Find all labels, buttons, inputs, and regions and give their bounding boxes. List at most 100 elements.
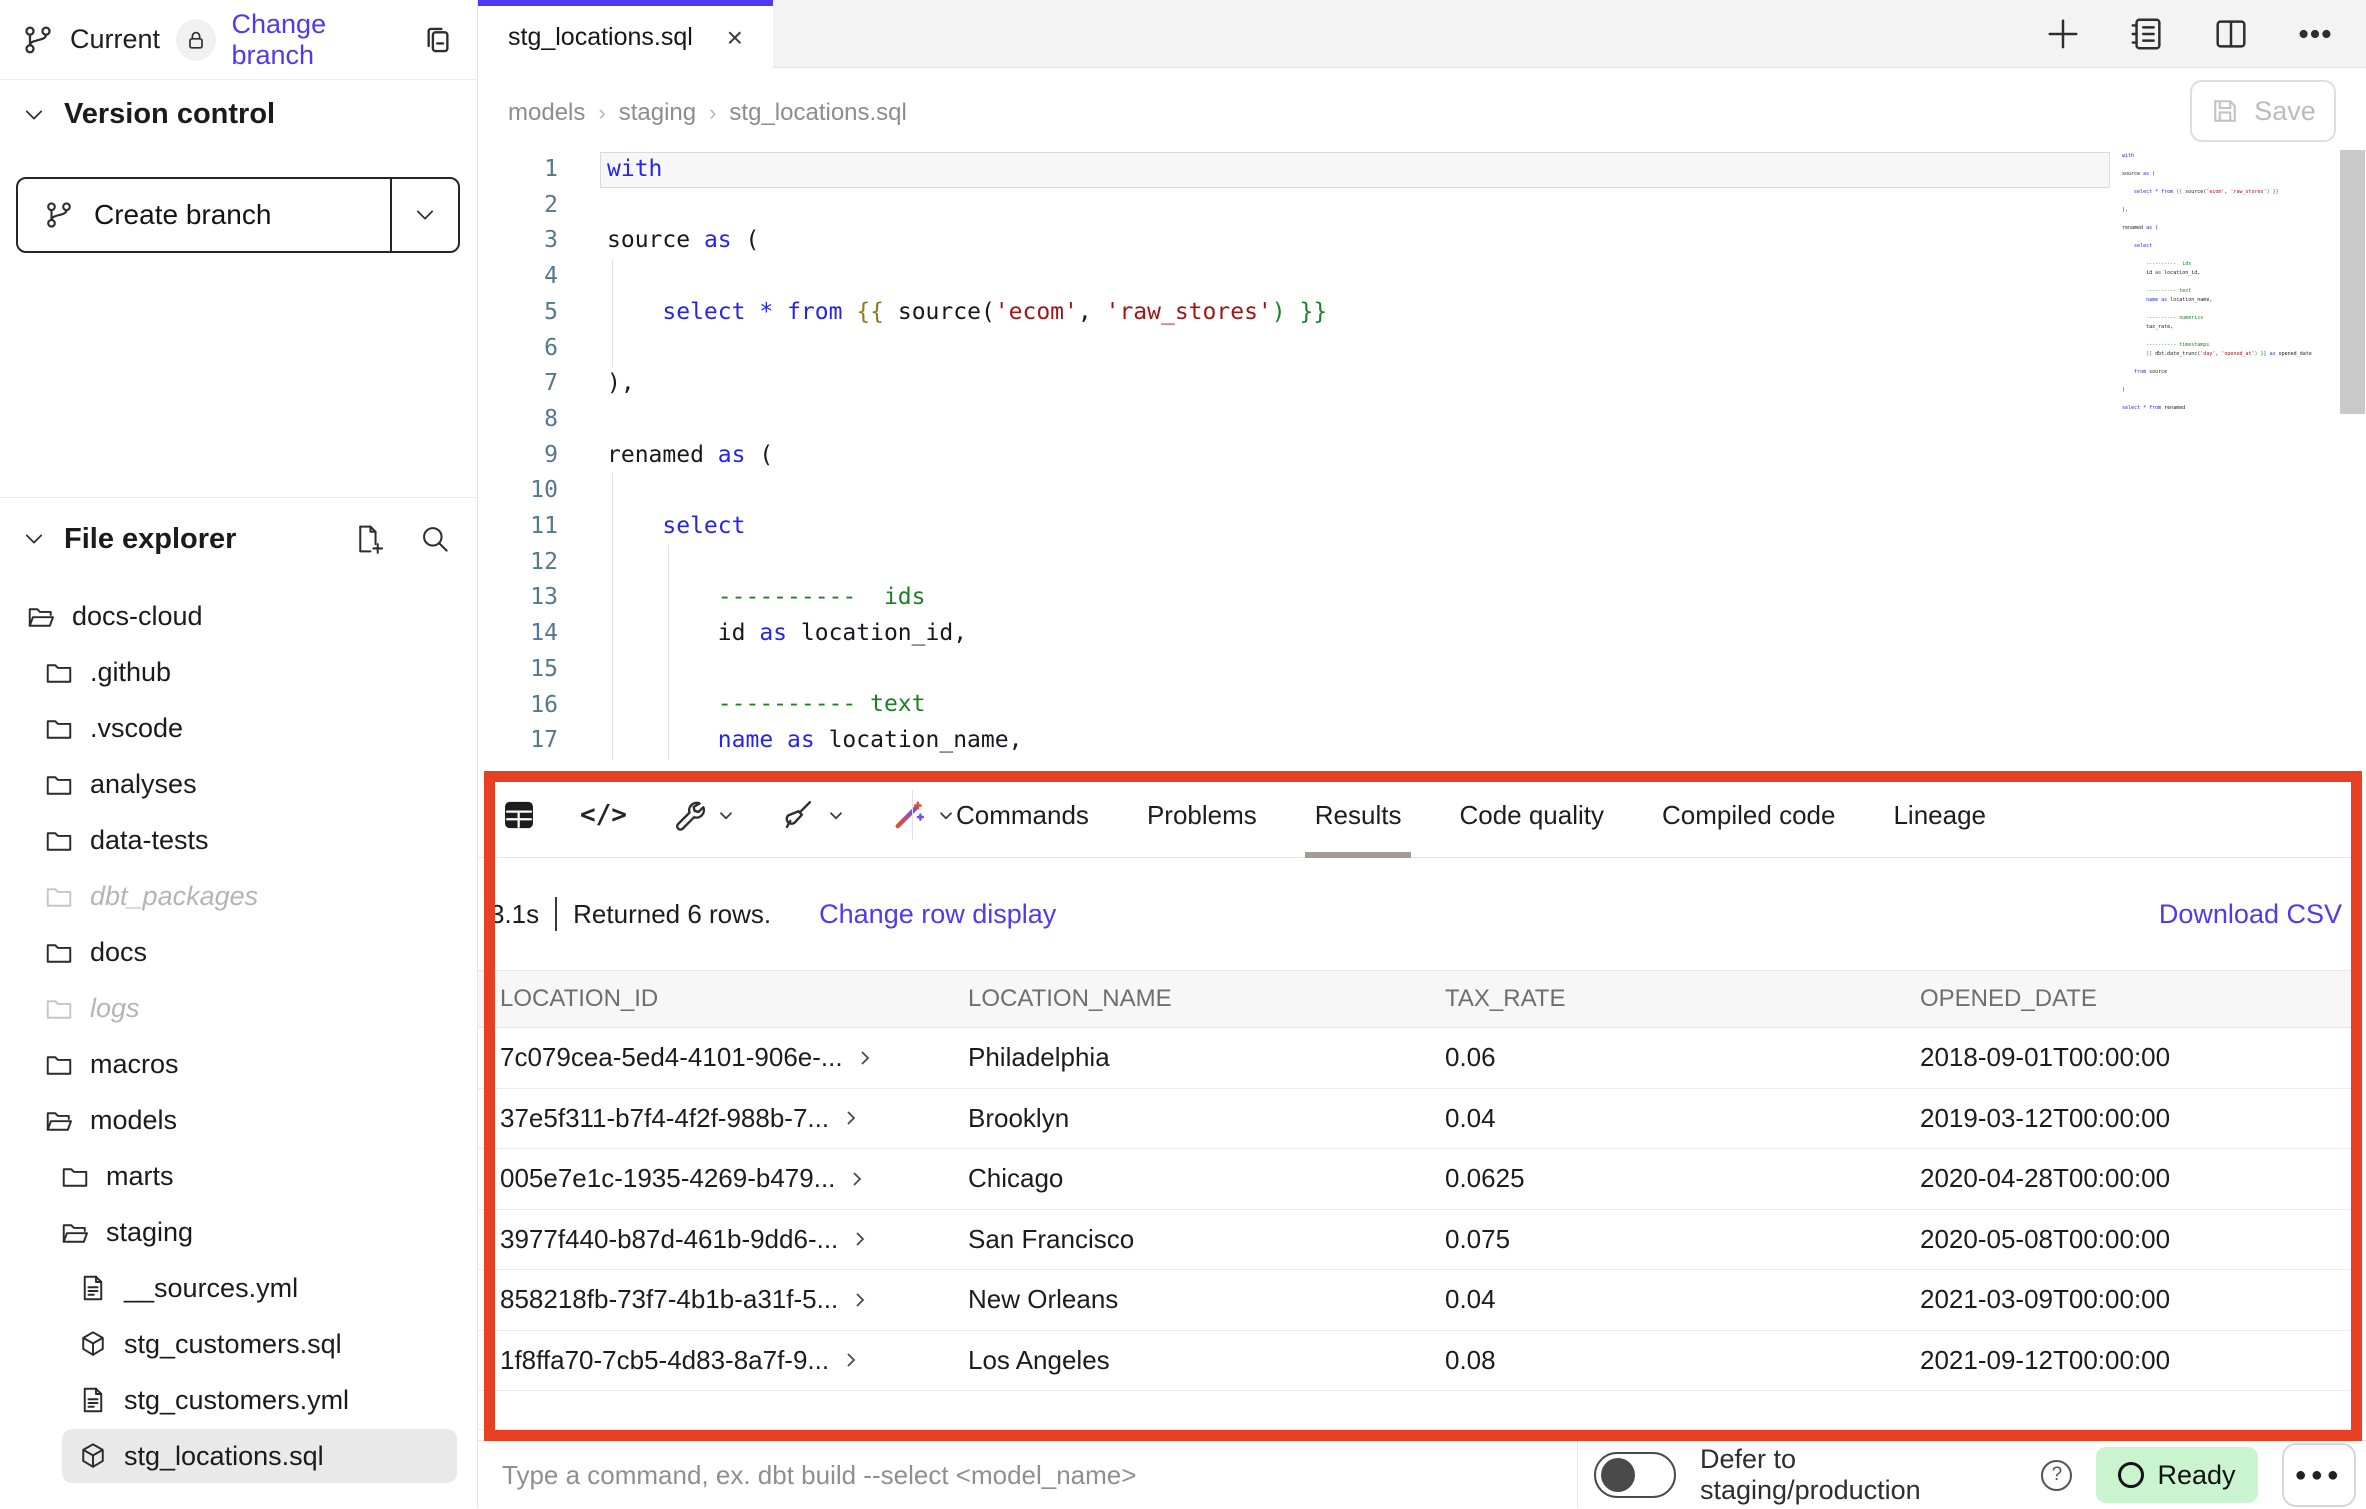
change-row-display-link[interactable]: Change row display <box>819 899 1056 930</box>
breadcrumb-staging[interactable]: staging <box>619 99 696 127</box>
results-tab-results[interactable]: Results <box>1315 772 1402 858</box>
table-empty-strip <box>478 1391 2362 1430</box>
minimap-line <box>2122 278 2334 287</box>
new-file-icon[interactable] <box>353 523 385 555</box>
tree-item-vscode[interactable]: .vscode <box>0 700 473 756</box>
breadcrumb-file[interactable]: stg_locations.sql <box>729 99 906 127</box>
help-icon[interactable]: ? <box>2041 1460 2072 1491</box>
create-branch-menu-button[interactable] <box>390 179 458 251</box>
tree-item-dbt-packages[interactable]: dbt_packages <box>0 868 473 924</box>
expand-row-icon[interactable] <box>850 1290 870 1310</box>
code-line[interactable] <box>600 188 2110 224</box>
expand-row-icon[interactable] <box>847 1169 867 1189</box>
tree-item-models[interactable]: models <box>0 1092 473 1148</box>
preview-table-button[interactable] <box>502 798 536 832</box>
ai-fix-button[interactable] <box>891 798 957 832</box>
new-tab-icon[interactable] <box>2044 15 2082 53</box>
line-number: 12 <box>486 545 558 581</box>
tree-item-sources-yml[interactable]: __sources.yml <box>0 1260 473 1316</box>
indent-guide <box>612 259 613 367</box>
tree-item-stg-customers-yml[interactable]: stg_customers.yml <box>0 1372 473 1428</box>
code-line[interactable] <box>600 652 2110 688</box>
code-line[interactable] <box>600 402 2110 438</box>
cell-tax-rate: 0.08 <box>1445 1345 1920 1376</box>
code-line[interactable]: ---------- ids <box>600 580 2110 616</box>
tree-item-marts[interactable]: marts <box>0 1148 473 1204</box>
command-input[interactable]: Type a command, ex. dbt build --select <… <box>502 1441 1136 1509</box>
code-line[interactable]: select * from {{ source('ecom', 'raw_sto… <box>600 295 2110 331</box>
tab-stg-locations[interactable]: stg_locations.sql × <box>478 0 773 69</box>
format-button[interactable] <box>781 798 847 832</box>
wrench-icon <box>671 798 705 832</box>
defer-toggle[interactable] <box>1594 1452 1676 1498</box>
line-number: 5 <box>486 295 558 331</box>
folder-icon <box>44 825 74 855</box>
tree-item-docs-cloud[interactable]: docs-cloud <box>0 588 473 644</box>
build-button[interactable] <box>671 798 737 832</box>
code-line[interactable] <box>600 259 2110 295</box>
folder-open-icon <box>26 601 56 631</box>
code-line[interactable]: id as location_id, <box>600 616 2110 652</box>
results-tab-commands[interactable]: Commands <box>956 772 1089 858</box>
folder-open-icon <box>44 1105 74 1135</box>
expand-row-icon[interactable] <box>841 1108 861 1128</box>
code-line[interactable]: source as ( <box>600 223 2110 259</box>
branch-lock-badge <box>176 19 215 61</box>
code-line[interactable]: name as location_name, <box>600 723 2110 759</box>
results-tab-lineage[interactable]: Lineage <box>1893 772 1986 858</box>
compile-code-button[interactable]: </> <box>580 800 627 830</box>
more-actions-button[interactable]: ●●● <box>2282 1443 2357 1507</box>
tree-item-analyses[interactable]: analyses <box>0 756 473 812</box>
model-icon <box>78 1329 108 1359</box>
tab-close-icon[interactable]: × <box>727 22 743 54</box>
tree-item-stg-customers-sql[interactable]: stg_customers.sql <box>0 1316 473 1372</box>
results-tab-problems[interactable]: Problems <box>1147 772 1257 858</box>
code-line[interactable]: ---------- text <box>600 687 2110 723</box>
more-options-icon[interactable] <box>2296 15 2334 53</box>
breadcrumb-models[interactable]: models <box>508 99 585 127</box>
table-row: 3977f440-b87d-461b-9dd6-...San Francisco… <box>478 1210 2362 1271</box>
change-branch-link[interactable]: Change branch <box>232 9 406 71</box>
table-row: 005e7e1c-1935-4269-b479...Chicago0.06252… <box>478 1149 2362 1210</box>
line-number: 11 <box>486 509 558 545</box>
code-line[interactable] <box>600 330 2110 366</box>
results-tab-compiled-code[interactable]: Compiled code <box>1662 772 1835 858</box>
editor-scrollbar-thumb[interactable] <box>2340 150 2365 414</box>
cell-tax-rate: 0.0625 <box>1445 1163 1920 1194</box>
code-editor[interactable]: with source as ( select * from {{ source… <box>600 152 2110 759</box>
code-line[interactable] <box>600 545 2110 581</box>
code-line[interactable]: with <box>600 152 2110 188</box>
tree-item-logs[interactable]: logs <box>0 980 473 1036</box>
notebook-icon[interactable] <box>2128 15 2166 53</box>
download-csv-link[interactable]: Download CSV <box>2159 899 2342 930</box>
file-explorer-header[interactable]: File explorer <box>22 512 451 566</box>
code-line[interactable] <box>600 473 2110 509</box>
expand-row-icon[interactable] <box>841 1350 861 1370</box>
editor-minimap[interactable]: with source as ( select * from {{ source… <box>2122 152 2334 413</box>
version-control-header[interactable]: Version control <box>22 98 275 131</box>
tree-item-stg-locations-sql[interactable]: stg_locations.sql <box>0 1428 473 1484</box>
tree-item-label: stg_locations.sql <box>124 1441 324 1472</box>
tree-item-staging[interactable]: staging <box>0 1204 473 1260</box>
tree-item-macros[interactable]: macros <box>0 1036 473 1092</box>
folder-icon <box>44 993 74 1023</box>
tree-item-data-tests[interactable]: data-tests <box>0 812 473 868</box>
copy-icon[interactable] <box>421 23 455 57</box>
tree-item-docs[interactable]: docs <box>0 924 473 980</box>
defer-label: Defer to staging/production <box>1700 1444 2017 1506</box>
create-branch-button[interactable]: Create branch <box>16 177 460 253</box>
save-button[interactable]: Save <box>2190 80 2336 142</box>
code-line[interactable]: ), <box>600 366 2110 402</box>
split-editor-icon[interactable] <box>2212 15 2250 53</box>
cell-location-name: San Francisco <box>968 1224 1445 1255</box>
expand-row-icon[interactable] <box>855 1048 875 1068</box>
search-icon[interactable] <box>419 523 451 555</box>
query-elapsed: 3.1s <box>490 899 539 930</box>
expand-row-icon[interactable] <box>850 1229 870 1249</box>
results-tab-code-quality[interactable]: Code quality <box>1459 772 1604 858</box>
command-bar: Type a command, ex. dbt build --select <… <box>478 1440 2366 1508</box>
indent-guide <box>612 473 613 760</box>
tree-item-github[interactable]: .github <box>0 644 473 700</box>
code-line[interactable]: renamed as ( <box>600 438 2110 474</box>
code-line[interactable]: select <box>600 509 2110 545</box>
